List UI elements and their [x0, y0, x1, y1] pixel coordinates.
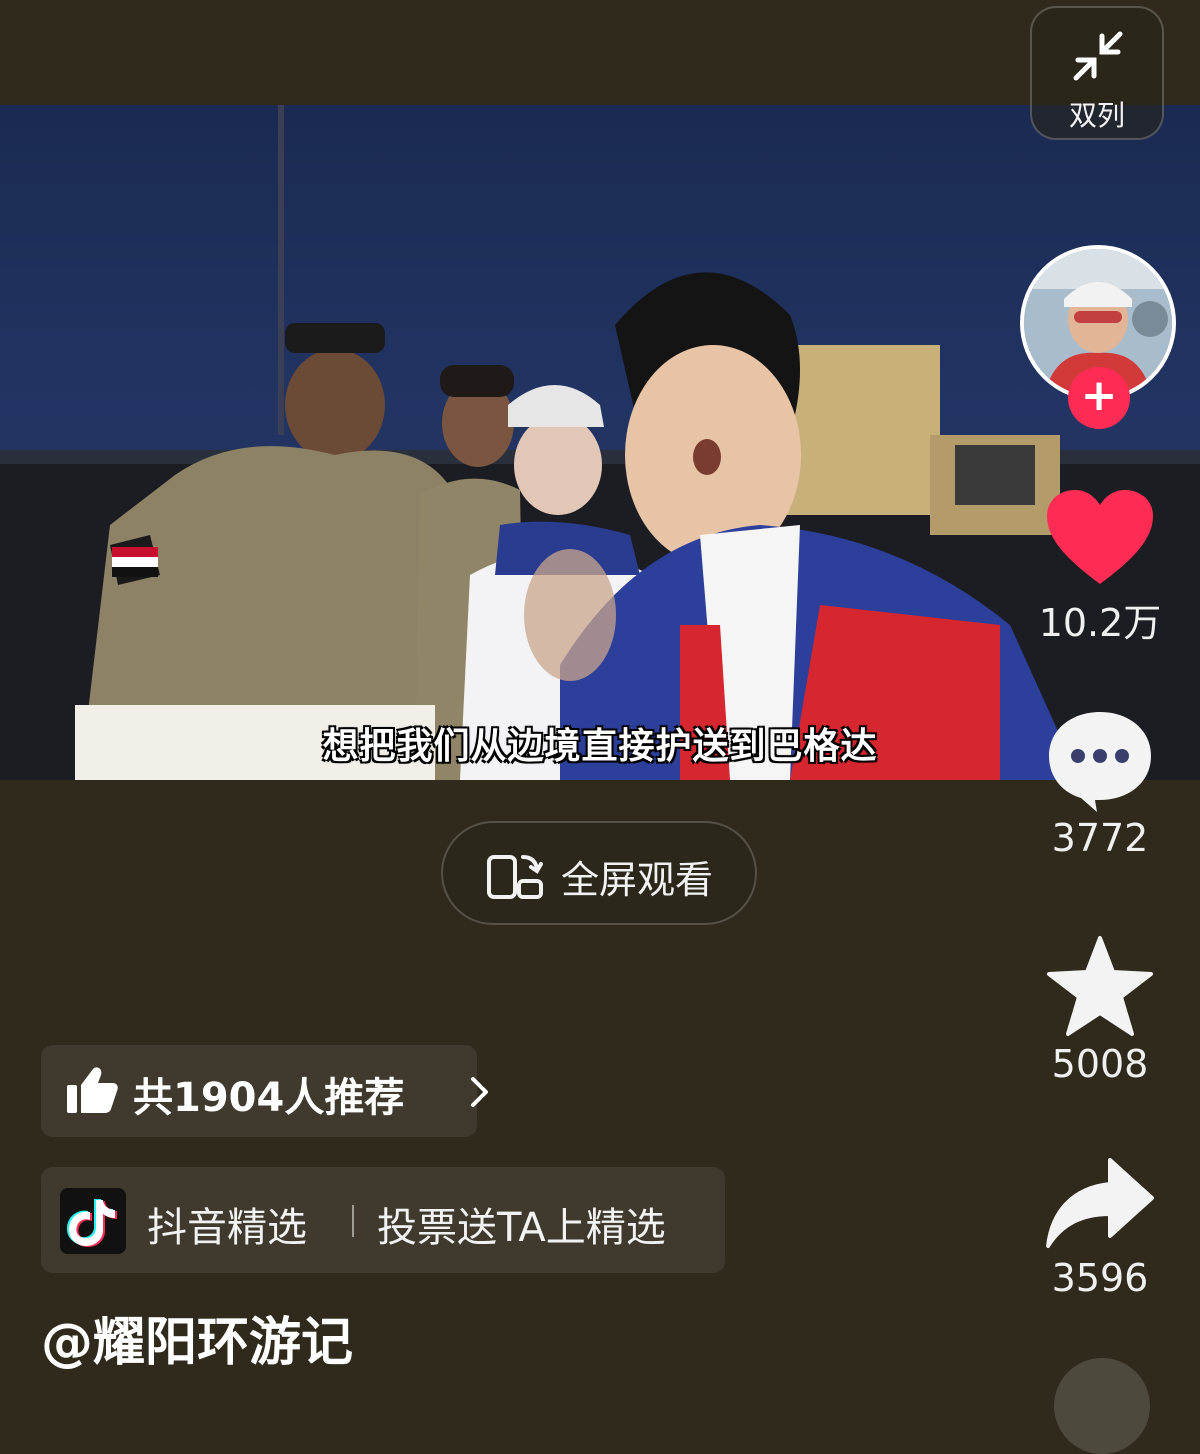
collapse-arrows-icon	[1073, 31, 1123, 81]
like-count: 10.2万	[1038, 601, 1162, 645]
recommend-pill[interactable]: 共1904人推荐	[41, 1045, 488, 1137]
creator-handle[interactable]: @耀阳环游记	[41, 1300, 353, 1375]
star-icon	[1047, 936, 1153, 1036]
video-player[interactable]: 想把我们从边境直接护送到巴格达	[0, 105, 1200, 780]
comment-action[interactable]: 3772	[1030, 708, 1170, 860]
like-action[interactable]: 10.2万	[1030, 488, 1170, 647]
comment-bubble-icon	[1049, 712, 1151, 812]
favorite-action[interactable]: 5008	[1030, 934, 1170, 1086]
selection-divider	[352, 1205, 354, 1237]
share-count: 3596	[1051, 1256, 1149, 1300]
fullscreen-watch-button[interactable]: 全屏观看	[441, 821, 757, 925]
favorite-count: 5008	[1051, 1042, 1149, 1086]
recommend-label: 共1904人推荐	[133, 1075, 405, 1121]
double-column-toggle-button[interactable]: 双列	[1030, 6, 1164, 140]
share-action[interactable]: 3596	[1030, 1156, 1170, 1300]
chevron-right-icon	[471, 1077, 488, 1107]
thumbs-up-icon	[67, 1067, 118, 1113]
rotate-screen-icon	[487, 855, 543, 899]
double-column-label: 双列	[1068, 99, 1125, 132]
vote-for-selection-link[interactable]: 投票送TA上精选	[377, 1195, 666, 1253]
share-arrow-icon	[1046, 1158, 1154, 1248]
video-frame-illustration	[0, 105, 1200, 780]
comment-count: 3772	[1051, 816, 1149, 860]
douyin-selection-label: 抖音精选	[147, 1205, 307, 1251]
douyin-selection-bar[interactable]: 抖音精选 投票送TA上精选	[41, 1167, 725, 1273]
fullscreen-watch-label: 全屏观看	[561, 858, 714, 902]
douyin-logo-icon	[60, 1188, 126, 1254]
video-subtitle: 想把我们从边境直接护送到巴格达	[322, 726, 878, 767]
music-disc[interactable]	[1054, 1358, 1150, 1454]
follow-plus-button[interactable]: +	[1068, 367, 1130, 429]
heart-icon	[1047, 490, 1153, 584]
